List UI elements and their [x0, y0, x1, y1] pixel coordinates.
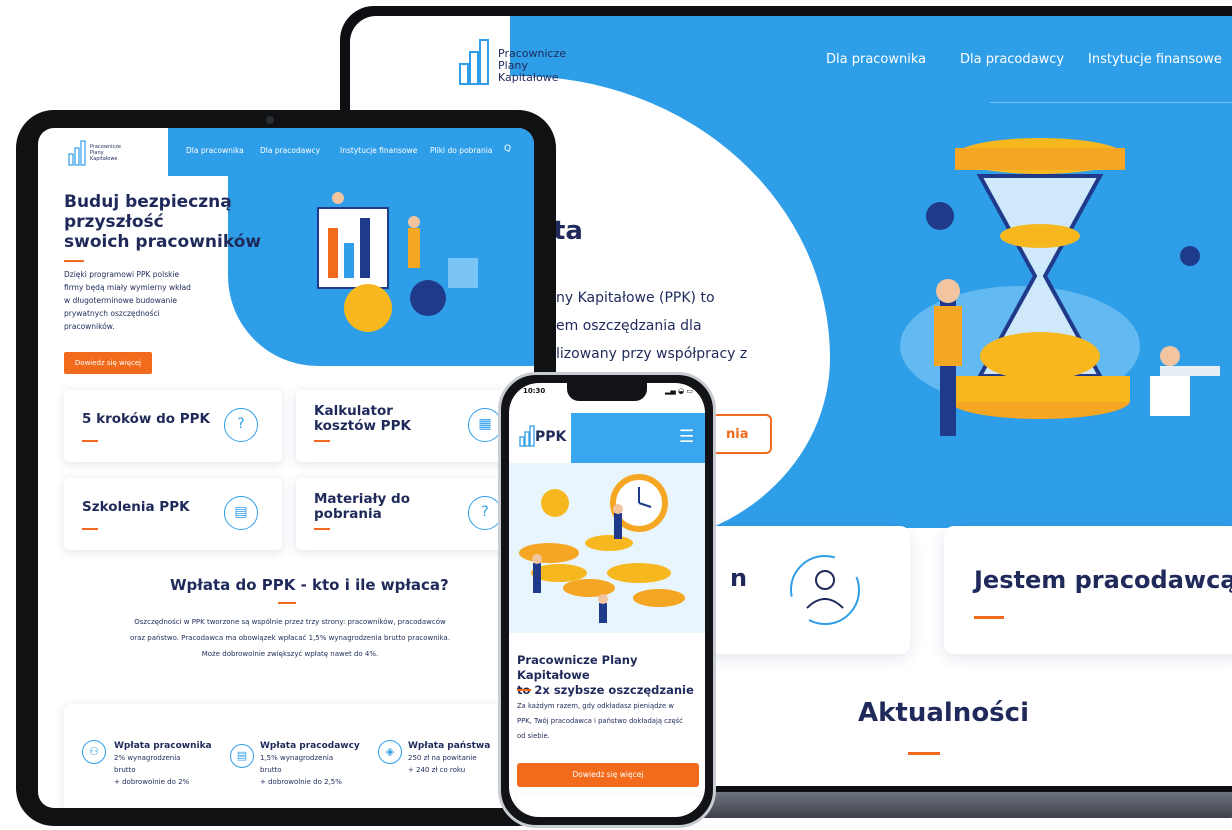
tablet-mockup: Dla pracownika Dla pracodawcy Instytucje…: [16, 110, 556, 826]
phone-mockup: 10:30 ▂▄ ◒ ▭ ☰ PPK Pracownicze Plany Kap…: [498, 372, 716, 828]
nav-instytucje-finansowe[interactable]: Instytucje finansowe: [1088, 52, 1222, 67]
phone-cta-button[interactable]: Dowiedz się więcej: [517, 763, 699, 787]
contribution-employer: Wpłata pracodawcy 1,5% wynagrodzenia bru…: [260, 741, 360, 786]
logo-buildings-icon: [519, 425, 535, 447]
tablet-card-kalkulator[interactable]: Kalkulator kosztów PPK ▦: [296, 390, 516, 462]
phone-screen: 10:30 ▂▄ ◒ ▭ ☰ PPK Pracownicze Plany Kap…: [509, 383, 705, 817]
nav-dla-pracodawcy[interactable]: Dla pracodawcy: [960, 52, 1064, 67]
hero-heading: ta: [553, 216, 583, 246]
logo-buildings-icon: [459, 39, 489, 85]
tablet-hero-button[interactable]: Dowiedz się więcej: [64, 352, 152, 374]
employer-icon: ▤: [230, 744, 254, 768]
nav-dla-pracownika[interactable]: Dla pracownika: [826, 52, 926, 67]
search-icon[interactable]: Q: [504, 144, 511, 154]
status-time: 10:30: [523, 387, 546, 395]
hamburger-menu-icon[interactable]: ☰: [679, 427, 694, 447]
contributions-panel: ⚇ Wpłata pracownika 2% wynagrodzenia bru…: [64, 704, 516, 808]
news-title: Aktualności: [858, 698, 1029, 728]
calculator-icon: ▦: [468, 408, 502, 442]
coins-clock-illustration: [519, 474, 685, 623]
card-pracodawca[interactable]: Jestem pracodawcą: [944, 526, 1232, 654]
card-accent-line: [974, 616, 1004, 619]
training-icon: ▤: [224, 496, 258, 530]
phone-card-peek: [517, 795, 699, 817]
phone-headline: Pracownicze Plany Kapitałowe to 2x szybs…: [517, 653, 694, 697]
phone-nav: ☰: [571, 413, 705, 463]
tablet-section-text: Oszczędności w PPK tworzone są wspólnie …: [129, 618, 451, 658]
tablet-nav: Dla pracownika Dla pracodawcy Instytucje…: [168, 128, 534, 176]
tablet-camera: [266, 116, 274, 124]
status-icons: ▂▄ ◒ ▭: [665, 387, 693, 395]
tablet-card-szkolenia[interactable]: Szkolenia PPK ▤: [64, 478, 282, 550]
question-icon: ?: [468, 496, 502, 530]
contribution-state: Wpłata państwa 250 zł na powitanie + 240…: [408, 741, 491, 774]
news-accent-line: [908, 752, 940, 755]
nav-divider: [990, 102, 1232, 103]
phone-notch: [567, 383, 647, 401]
state-icon: ◈: [378, 740, 402, 764]
employee-icon: ⚇: [82, 740, 106, 764]
tablet-hero-text: Dzięki programowi PPK polskie firmy będą…: [64, 270, 191, 331]
tablet-screen: Dla pracownika Dla pracodawcy Instytucje…: [38, 128, 534, 808]
tablet-hero-title: Buduj bezpieczną przyszłość swoich praco…: [64, 192, 262, 252]
phone-text: Za każdym razem, gdy odkładasz pieniądze…: [517, 702, 683, 740]
tablet-nav-dla-pracownika[interactable]: Dla pracownika: [186, 146, 244, 155]
tablet-nav-dla-pracodawcy[interactable]: Dla pracodawcy: [260, 146, 320, 155]
phone-logo[interactable]: PPK: [519, 425, 571, 449]
tablet-nav-instytucje[interactable]: Instytucje finansowe: [340, 146, 417, 155]
logo-buildings-icon: [68, 140, 86, 166]
tablet-card-materialy[interactable]: Materiały do pobrania ?: [296, 478, 516, 550]
tablet-logo[interactable]: Pracownicze Plany Kapitałowe: [68, 140, 168, 168]
hourglass-illustration: [900, 138, 1220, 436]
charts-illustration: [317, 192, 478, 332]
phone-hero-illustration: [509, 463, 705, 633]
tablet-nav-pliki[interactable]: Pliki do pobrania: [430, 146, 492, 155]
question-icon: ?: [224, 408, 258, 442]
logo-text-line3: Kapitałowe: [498, 71, 559, 84]
employee-icon: [790, 555, 860, 625]
tablet-card-5-krokow[interactable]: 5 kroków do PPK ?: [64, 390, 282, 462]
tablet-section-title: Wpłata do PPK - kto i ile wpłaca?: [170, 576, 449, 594]
site-logo[interactable]: Pracownicze Plany Kapitałowe: [458, 36, 578, 92]
contribution-employee: Wpłata pracownika 2% wynagrodzenia brutt…: [114, 741, 212, 786]
